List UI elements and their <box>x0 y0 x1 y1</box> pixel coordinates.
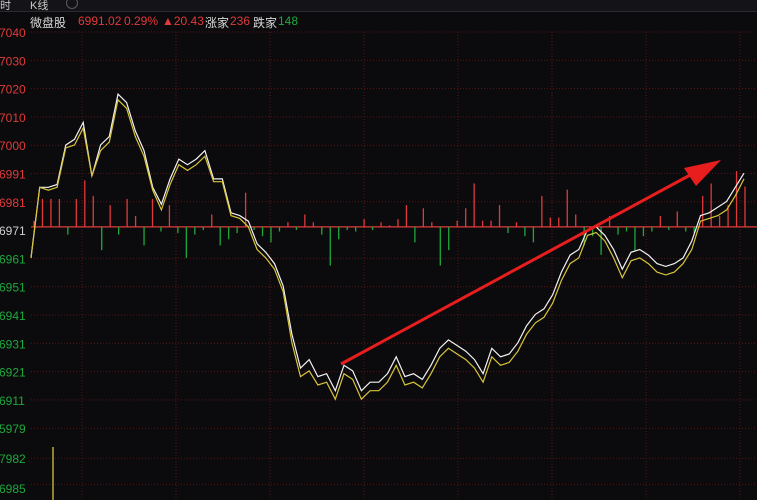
grid-lines <box>31 31 757 500</box>
y-tick-label: 6971 <box>0 224 26 238</box>
intraday-chart: 7040 7030 7020 7010 7000 6991 6981 6971 6961 6951… <box>0 26 757 500</box>
price-lines <box>30 92 745 401</box>
y-tick-label: 5979 <box>0 422 26 436</box>
y-tick-label: 7010 <box>0 111 26 125</box>
y-tick-label: 7000 <box>0 139 26 153</box>
y-tick-label: 6961 <box>0 252 26 266</box>
y-tick-label: 6911 <box>0 394 25 408</box>
y-tick-label: 7020 <box>0 83 26 97</box>
price-line <box>30 92 745 393</box>
y-tick-label: 6981 <box>0 196 26 210</box>
y-axis-labels: 7040 7030 7020 7010 7000 6991 6981 6971 6961 6951… <box>0 26 26 496</box>
y-tick-label: 7030 <box>0 54 26 68</box>
y-tick-label: 6941 <box>0 309 26 323</box>
y-tick-label: 6951 <box>0 281 26 295</box>
volume-bars <box>33 171 746 500</box>
trend-arrow-shaft <box>340 172 693 366</box>
trend-arrow <box>340 160 721 366</box>
y-tick-label: 6991 <box>0 168 26 182</box>
y-tick-label: 6985 <box>0 482 26 496</box>
y-tick-label: 7040 <box>0 26 26 40</box>
y-tick-label: 6931 <box>0 337 26 351</box>
y-tick-label: 7982 <box>0 452 26 466</box>
y-tick-label: 6921 <box>0 366 26 380</box>
